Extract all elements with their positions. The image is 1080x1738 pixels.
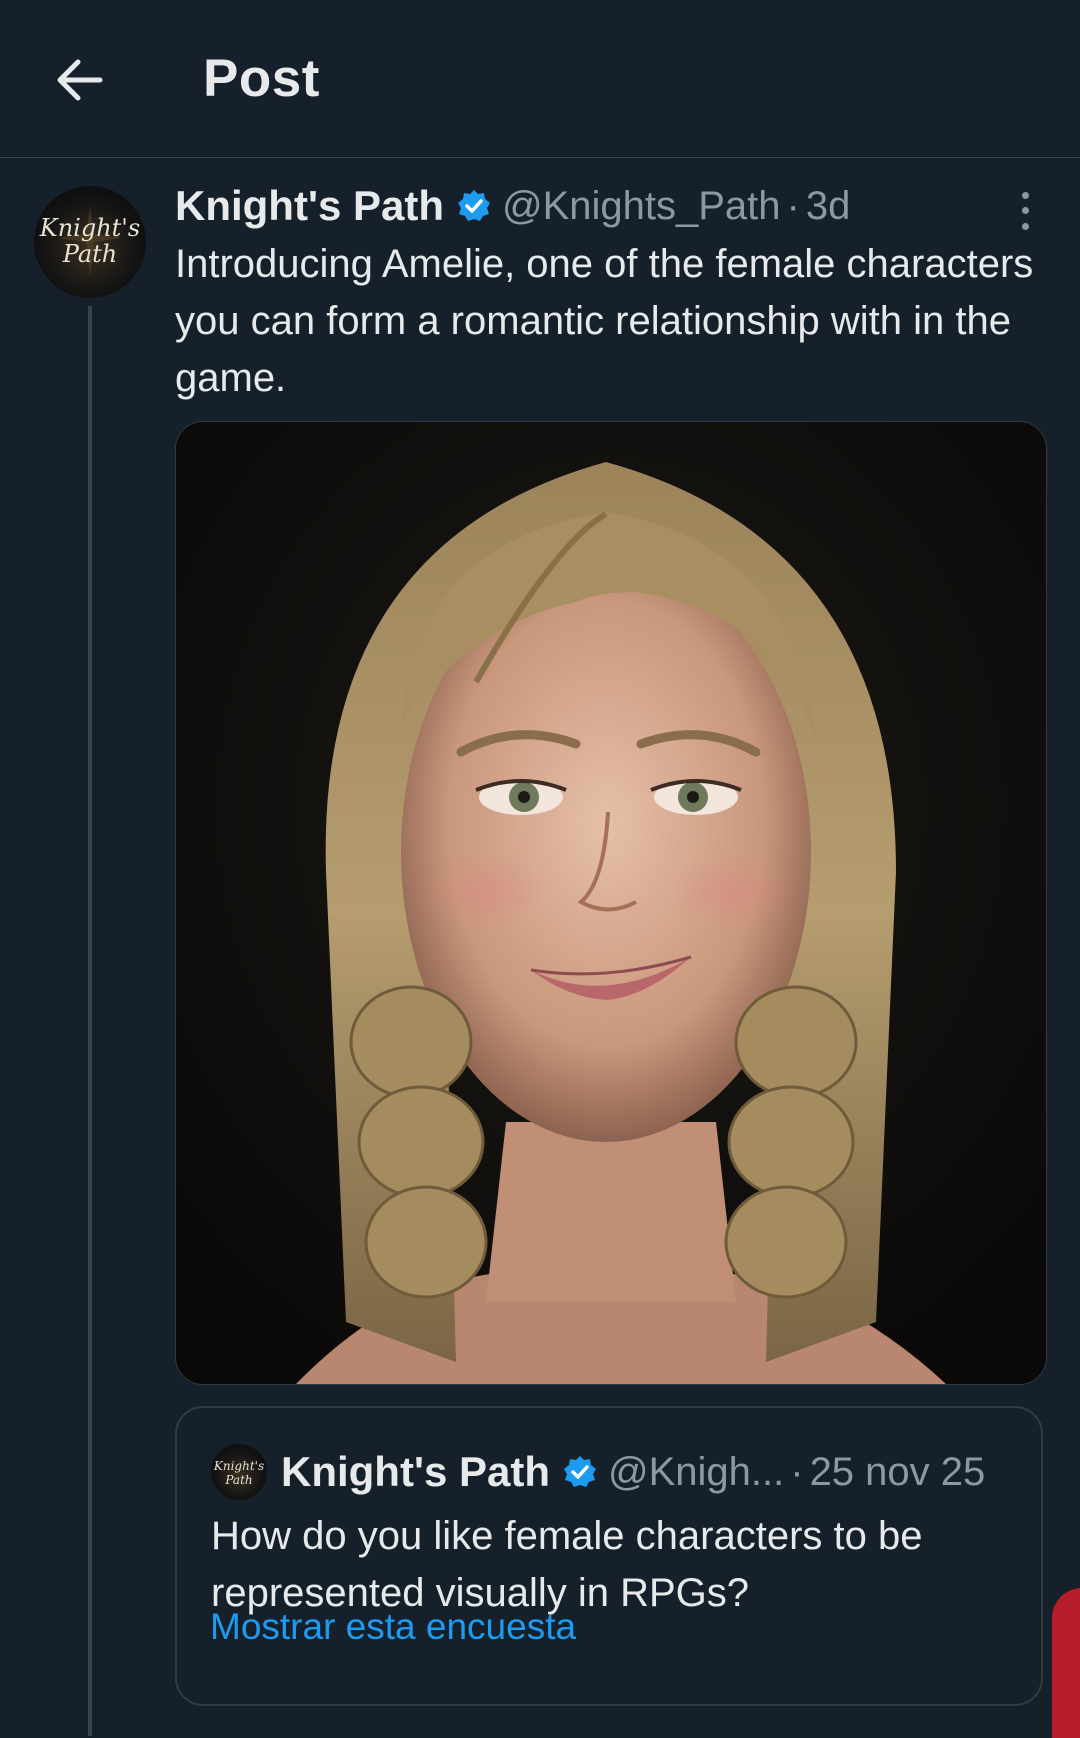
show-poll-link[interactable]: Mostrar esta encuesta [210,1606,576,1648]
author-name[interactable]: Knight's Path [175,182,444,230]
quoted-author-name[interactable]: Knight's Path [281,1448,550,1496]
author-avatar[interactable]: Knight's Path [34,186,146,298]
floating-action-edge[interactable] [1052,1588,1080,1738]
separator-dot: · [790,1449,804,1494]
knights-path-logo: Knight's Path [39,206,140,278]
more-vertical-icon [1021,192,1029,200]
quoted-post-header: Knight's Path Knight's Path @Knigh... · … [211,1440,1031,1504]
separator-dot: · [786,183,800,228]
quoted-post-timestamp[interactable]: 25 nov 25 [810,1450,986,1495]
post-image[interactable] [175,421,1047,1385]
page-title: Post [203,49,320,108]
knights-path-logo-small: Knight's Path [213,1459,264,1487]
svg-text:Path: Path [62,240,117,268]
post-timestamp[interactable]: 3d [806,184,851,229]
svg-text:Path: Path [224,1473,252,1487]
svg-text:Knight's: Knight's [39,214,140,242]
more-vertical-icon-dot [1021,222,1029,230]
back-button[interactable] [50,50,110,110]
quoted-author-handle[interactable]: @Knigh... [608,1450,784,1495]
author-handle[interactable]: @Knights_Path [502,184,781,229]
post-text: Introducing Amelie, one of the female ch… [175,242,1034,400]
quoted-author-avatar[interactable]: Knight's Path [211,1444,267,1500]
svg-text:Knight's: Knight's [213,1459,264,1473]
quoted-post-text: How do you like female characters to be … [211,1514,923,1615]
verified-badge-icon [562,1454,598,1490]
more-options-button[interactable] [1010,188,1040,234]
verified-badge-icon [456,188,492,224]
top-bar: Post [0,0,1080,158]
more-vertical-icon-dot [1021,207,1029,215]
arrow-left-icon [57,59,103,101]
portrait-image [176,422,1046,1384]
thread-connector-line [88,306,92,1736]
post-header: Knight's Path @Knights_Path · 3d [175,180,1035,232]
quoted-post[interactable]: Knight's Path Knight's Path @Knigh... · … [175,1406,1043,1706]
